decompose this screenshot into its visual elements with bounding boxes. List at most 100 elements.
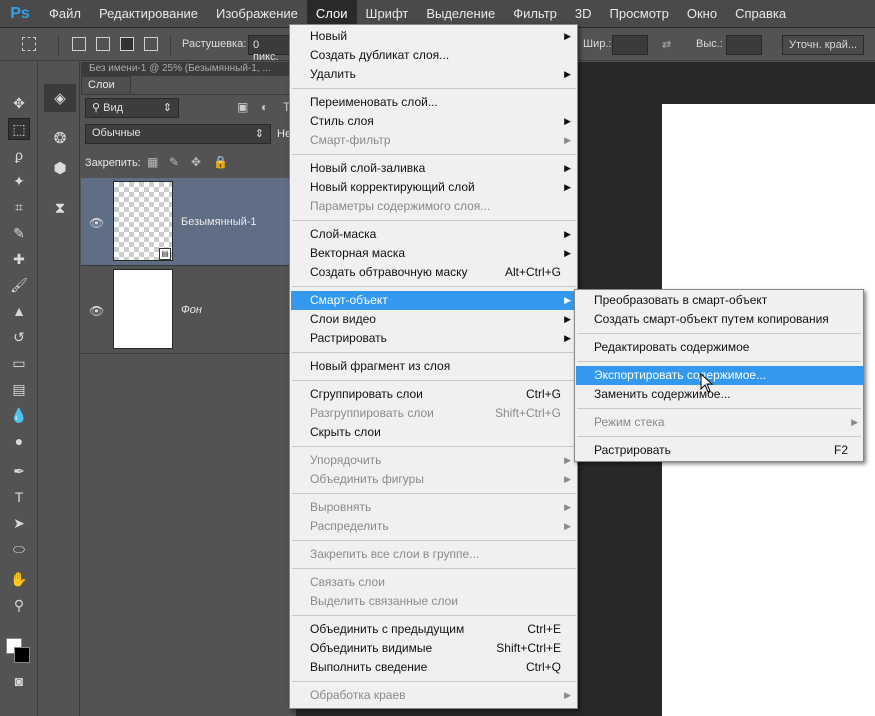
menu-item[interactable]: Смарт-объект ▶ — [291, 291, 577, 310]
dodge-tool-icon[interactable]: ● — [8, 430, 30, 452]
menu-item[interactable]: Выполнить сведение Ctrl+Q — [291, 658, 577, 677]
subtract-selection-icon[interactable] — [120, 37, 134, 51]
color-panel-icon[interactable]: ❂ — [44, 124, 76, 152]
menu-item: Параметры содержимого слоя... — [291, 197, 577, 216]
rect-marquee-tool-icon[interactable]: ⬚ — [8, 118, 30, 140]
menu-item[interactable]: Скрыть слои — [291, 423, 577, 442]
menu-item[interactable]: Новый корректирующий слой ▶ — [291, 178, 577, 197]
submenu-arrow-icon: ▶ — [564, 69, 571, 79]
3d-panel-icon[interactable]: ⬢ — [44, 154, 76, 182]
width-input[interactable] — [612, 35, 648, 55]
menu-item-label: Новый корректирующий слой — [310, 180, 475, 194]
intersect-selection-icon[interactable] — [144, 37, 158, 51]
gradient-tool-icon[interactable]: ▤ — [8, 378, 30, 400]
crop-tool-icon[interactable]: ⌗ — [8, 196, 30, 218]
swap-icon[interactable]: ⇄ — [662, 38, 671, 51]
menu-item[interactable]: Объединить видимые Shift+Ctrl+E — [291, 639, 577, 658]
mouse-pointer-icon — [700, 373, 714, 393]
blur-tool-icon[interactable]: 💧 — [8, 404, 30, 426]
menu-item[interactable]: Редактировать содержимое — [576, 338, 864, 357]
blend-mode-select[interactable]: Обычные ⇕ — [85, 124, 271, 144]
menu-item[interactable]: Новый фрагмент из слоя — [291, 357, 577, 376]
zoom-tool-icon[interactable]: ⚲ — [8, 594, 30, 616]
menu-item[interactable]: Создать обтравочную маску Alt+Ctrl+G — [291, 263, 577, 282]
filter-pixel-icon[interactable]: ▣ — [237, 100, 248, 114]
height-input[interactable] — [726, 35, 762, 55]
menu-item: Режим стека ▶ — [576, 413, 864, 432]
lock-all-icon[interactable]: 🔒 — [213, 155, 228, 169]
brush-tool-icon[interactable]: 🖌 — [8, 274, 30, 296]
menu-item-label: Скрыть слои — [310, 425, 381, 439]
menu-item[interactable]: Растрировать F2 — [576, 441, 864, 460]
menu-shortcut: Ctrl+Q — [525, 660, 561, 674]
pen-tool-icon[interactable]: ✒ — [8, 460, 30, 482]
chevron-icon: ⇕ — [162, 102, 172, 114]
refine-edge-button[interactable]: Уточн. край... — [782, 35, 865, 55]
menu-window[interactable]: Окно — [678, 0, 726, 28]
menu-item[interactable]: Создать дубликат слоя... — [291, 46, 577, 65]
menu-item[interactable]: Стиль слоя ▶ — [291, 112, 577, 131]
menu-item-label: Новый слой-заливка — [310, 161, 426, 175]
healing-brush-tool-icon[interactable]: ✚ — [8, 248, 30, 270]
filter-adjust-icon[interactable]: ◐ — [261, 100, 268, 114]
marquee-preset-icon[interactable] — [22, 37, 36, 51]
move-tool-icon[interactable]: ✥ — [8, 92, 30, 114]
chevron-icon: ⇕ — [254, 128, 264, 140]
menu-item-label: Создать обтравочную маску — [310, 265, 468, 279]
menu-item: Связать слои — [291, 573, 577, 592]
history-brush-tool-icon[interactable]: ↺ — [8, 326, 30, 348]
eraser-tool-icon[interactable]: ▭ — [8, 352, 30, 374]
layer-name[interactable]: Безымянный-1 — [181, 216, 257, 228]
feather-label: Растушевка: — [182, 38, 247, 50]
menu-separator — [292, 286, 576, 287]
menu-item[interactable]: Новый слой-заливка ▶ — [291, 159, 577, 178]
menu-item[interactable]: Преобразовать в смарт-объект — [576, 291, 864, 310]
background-color-swatch[interactable] — [14, 647, 30, 663]
menu-item[interactable]: Слой-маска ▶ — [291, 225, 577, 244]
menu-item-label: Упорядочить — [310, 453, 382, 467]
menu-item[interactable]: Объединить с предыдущим Ctrl+E — [291, 620, 577, 639]
layers-panel-icon[interactable]: ◈ — [44, 84, 76, 112]
menu-help[interactable]: Справка — [726, 0, 795, 28]
menu-item[interactable]: Сгруппировать слои Ctrl+G — [291, 385, 577, 404]
new-selection-icon[interactable] — [72, 37, 86, 51]
path-selection-tool-icon[interactable]: ➤ — [8, 512, 30, 534]
layers-tab[interactable]: Слои — [81, 76, 131, 94]
layer-row[interactable]: 👁 Фон — [81, 266, 296, 354]
lock-pixels-icon[interactable]: ✎ — [169, 155, 179, 169]
menu-item[interactable]: Векторная маска ▶ — [291, 244, 577, 263]
menu-file[interactable]: Файл — [40, 0, 90, 28]
menu-item[interactable]: Слои видео ▶ — [291, 310, 577, 329]
hand-tool-icon[interactable]: ✋ — [8, 568, 30, 590]
layer-name[interactable]: Фон — [181, 304, 202, 316]
visibility-eye-icon[interactable]: 👁 — [89, 216, 104, 230]
menu-item[interactable]: Переименовать слой... — [291, 93, 577, 112]
magic-wand-tool-icon[interactable]: ✦ — [8, 170, 30, 192]
add-selection-icon[interactable] — [96, 37, 110, 51]
menu-view[interactable]: Просмотр — [601, 0, 678, 28]
eyedropper-tool-icon[interactable]: ✎ — [8, 222, 30, 244]
history-panel-icon[interactable]: ⧗ — [44, 194, 76, 222]
menu-item: Закрепить все слои в группе... — [291, 545, 577, 564]
visibility-eye-icon[interactable]: 👁 — [89, 304, 104, 318]
quick-mask-icon[interactable]: ◙ — [8, 670, 30, 692]
menu-edit[interactable]: Редактирование — [90, 0, 207, 28]
lock-transparent-icon[interactable]: ▦ — [147, 155, 158, 169]
lock-position-icon[interactable]: ✥ — [191, 155, 201, 169]
menu-item[interactable]: Заменить содержимое... — [576, 385, 864, 404]
menu-item[interactable]: Новый ▶ — [291, 27, 577, 46]
layer-row[interactable]: 👁 ▤ Безымянный-1 — [81, 178, 296, 266]
feather-input[interactable]: 0 пикс. — [248, 35, 292, 63]
type-tool-icon[interactable]: T — [8, 486, 30, 508]
menu-item[interactable]: Удалить ▶ — [291, 65, 577, 84]
menu-item[interactable]: Растрировать ▶ — [291, 329, 577, 348]
menu-item[interactable]: Экспортировать содержимое... — [576, 366, 864, 385]
ellipse-tool-icon[interactable]: ⬭ — [8, 538, 30, 560]
menu-item[interactable]: Создать смарт-объект путем копирования — [576, 310, 864, 329]
clone-stamp-tool-icon[interactable]: ▲ — [8, 300, 30, 322]
document-tab[interactable]: Без имени-1 @ 25% (Безымянный-1, ... — [81, 62, 296, 76]
menu-item-label: Разгруппировать слои — [310, 406, 434, 420]
submenu-arrow-icon: ▶ — [564, 116, 571, 126]
lasso-tool-icon[interactable]: ϼ — [8, 144, 30, 166]
layer-filter-select[interactable]: ⚲ Вид ⇕ — [85, 98, 179, 118]
